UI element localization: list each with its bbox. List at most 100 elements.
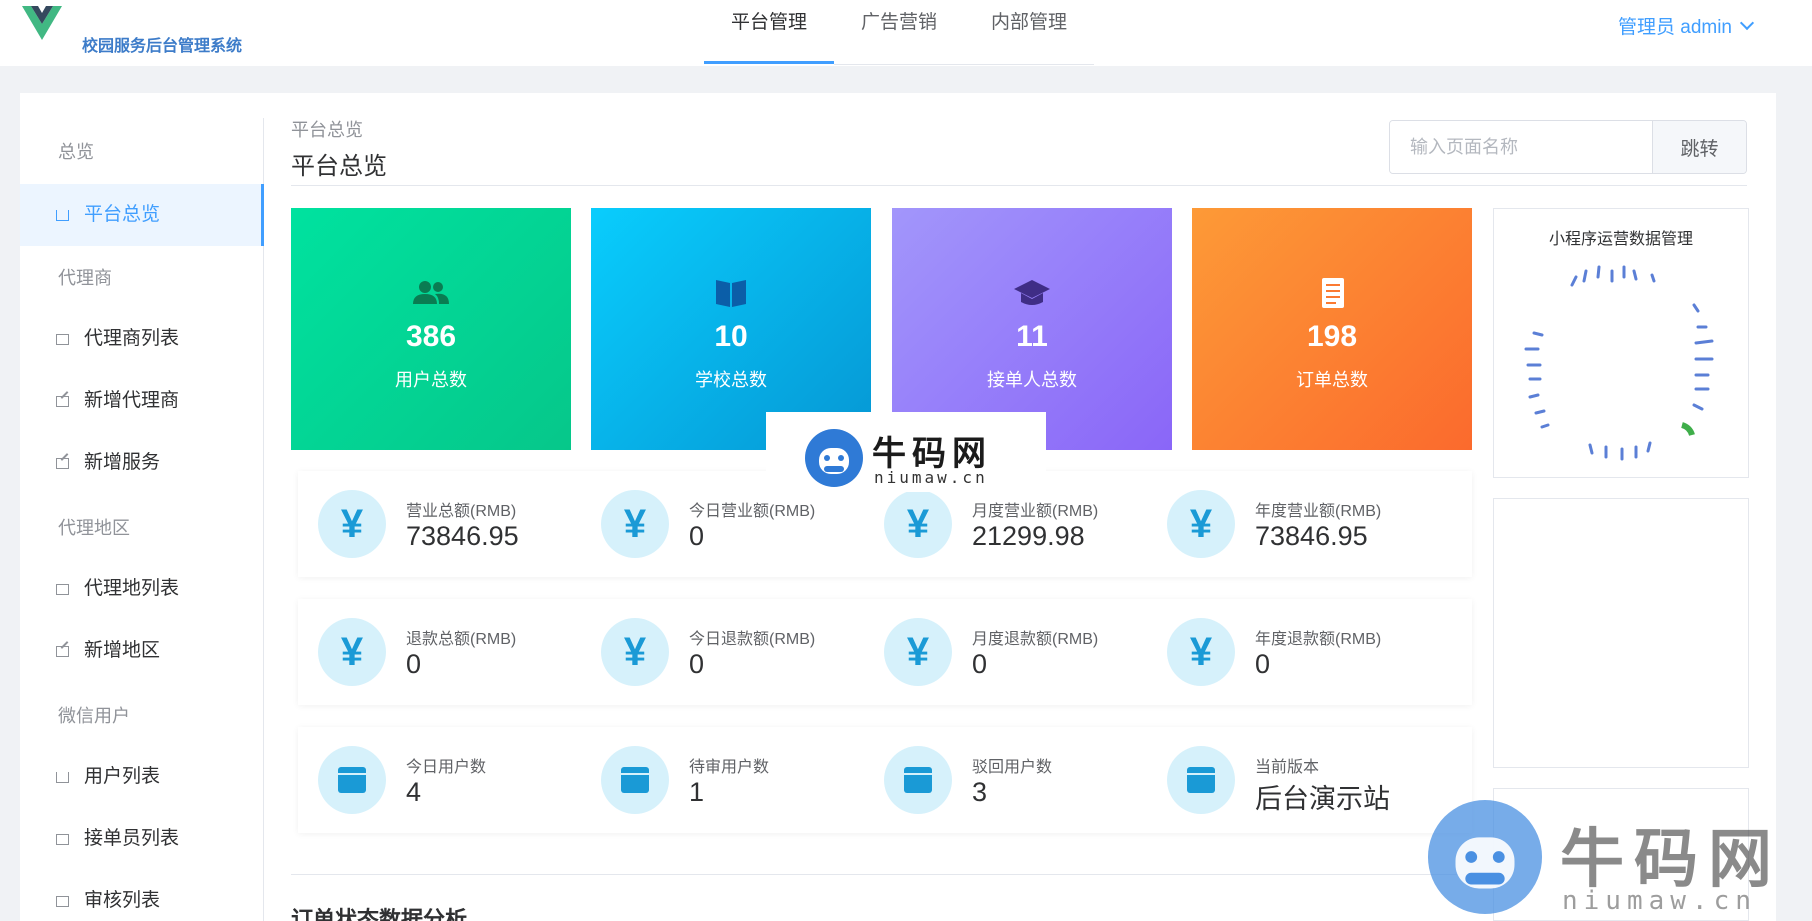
edit-icon [56, 458, 69, 469]
stat-pending-users: 待审用户数 1 [581, 727, 864, 833]
chart-icon [56, 210, 69, 221]
tab-platform-management[interactable]: 平台管理 [704, 0, 834, 66]
vue-logo-icon [22, 6, 62, 40]
sidebar-item-platform-overview[interactable]: 平台总览 [20, 184, 264, 246]
refund-row: ¥ 退款总额(RMB) 0 ¥ 今日退款额(RMB) 0 ¥ 月度退款额(RMB… [298, 599, 1472, 705]
calendar-icon [884, 746, 952, 814]
stat-value: 198 [1306, 320, 1358, 353]
sidebar-item-courier-list[interactable]: 接单员列表 [20, 808, 264, 870]
sidebar-item-add-region[interactable]: 新增地区 [20, 620, 264, 682]
watermark-url: niumaw.cn [874, 468, 988, 487]
chart-icon [56, 772, 69, 783]
watermark-url: niumaw.cn [1562, 886, 1757, 916]
yen-icon: ¥ [318, 490, 386, 558]
yen-icon: ¥ [1167, 618, 1235, 686]
stat-label: 今日用户数 [406, 759, 487, 776]
users-icon [413, 281, 449, 304]
sidebar-group-wechat-users: 微信用户 [58, 706, 130, 726]
stat-label: 驳回用户数 [972, 759, 1053, 776]
tab-ad-marketing[interactable]: 广告营销 [834, 0, 964, 66]
watermark-small: 牛码网 niumaw.cn [766, 412, 1046, 492]
admin-label: 管理员 admin [1617, 17, 1732, 38]
stat-label: 接单人总数 [987, 370, 1077, 390]
calendar-icon [318, 746, 386, 814]
graduation-cap-icon [1014, 280, 1050, 305]
top-nav: 平台管理 广告营销 内部管理 [704, 0, 1094, 66]
yen-icon: ¥ [318, 618, 386, 686]
stat-value: 21299.98 [972, 521, 1085, 551]
yen-icon: ¥ [884, 490, 952, 558]
watermark-large: 牛码网 niumaw.cn [1420, 798, 1812, 921]
edit-icon [56, 646, 69, 657]
calendar-icon [1167, 746, 1235, 814]
tab-internal-management[interactable]: 内部管理 [964, 0, 1094, 66]
stat-value: 0 [406, 649, 422, 679]
breadcrumb: 平台总览 [291, 120, 363, 140]
stat-current-version: 当前版本 后台演示站 [1147, 727, 1430, 833]
sidebar-group-region: 代理地区 [58, 518, 130, 538]
section-title: 订单状态数据分析 [291, 907, 468, 921]
sidebar-group-overview: 总览 [58, 142, 94, 162]
page-title: 平台总览 [291, 153, 387, 180]
stat-tile-orders[interactable]: 198 订单总数 [1192, 208, 1472, 450]
stat-year-revenue: ¥ 年度营业额(RMB) 73846.95 [1147, 471, 1430, 577]
stat-today-refund: ¥ 今日退款额(RMB) 0 [581, 599, 864, 705]
stat-label: 订单总数 [1296, 370, 1368, 390]
stat-today-users: 今日用户数 4 [298, 727, 581, 833]
sidebar-item-agent-list[interactable]: 代理商列表 [20, 308, 264, 370]
loading-spinner-icon [1524, 265, 1714, 461]
calendar-icon [56, 584, 69, 595]
sidebar-item-review-list[interactable]: 审核列表 [20, 870, 264, 921]
sidebar-item-add-agent[interactable]: 新增代理商 [20, 370, 264, 432]
list-icon [56, 834, 69, 845]
stat-value: 4 [406, 777, 422, 807]
yen-icon: ¥ [601, 490, 669, 558]
stat-month-refund: ¥ 月度退款额(RMB) 0 [864, 599, 1147, 705]
sidebar-item-label: 代理地列表 [84, 578, 180, 599]
stat-label: 当前版本 [1255, 759, 1320, 776]
section-divider [291, 874, 1471, 875]
stat-value: 3 [972, 777, 988, 807]
stat-label: 营业总额(RMB) [406, 503, 517, 520]
stat-label: 今日退款额(RMB) [689, 631, 816, 648]
chevron-down-icon [1739, 15, 1755, 30]
brand-title: 校园服务后台管理系统 [82, 38, 243, 55]
users-row: 今日用户数 4 待审用户数 1 驳回用户数 3 当前版本 后台演示站 [298, 727, 1472, 833]
sidebar-item-user-list[interactable]: 用户列表 [20, 746, 264, 808]
sidebar-item-label: 用户列表 [84, 766, 161, 787]
stat-total-revenue: ¥ 营业总额(RMB) 73846.95 [298, 471, 581, 577]
sidebar-item-label: 新增服务 [84, 452, 161, 473]
top-header: 校园服务后台管理系统 平台管理 广告营销 内部管理 管理员 admin [0, 0, 1812, 66]
stat-label: 月度退款额(RMB) [972, 631, 1099, 648]
stat-label: 年度退款额(RMB) [1255, 631, 1382, 648]
stat-value: 1 [689, 777, 705, 807]
stat-value: 386 [405, 320, 457, 353]
stat-value: 0 [1255, 649, 1271, 679]
stat-label: 月度营业额(RMB) [972, 503, 1099, 520]
calendar-icon [601, 746, 669, 814]
stat-total-refund: ¥ 退款总额(RMB) 0 [298, 599, 581, 705]
sidebar-item-label: 代理商列表 [84, 328, 180, 349]
admin-menu[interactable]: 管理员 admin [1617, 12, 1755, 39]
sidebar-item-label: 新增地区 [84, 640, 161, 661]
sidebar-item-label: 接单员列表 [84, 828, 180, 849]
page-search: 跳转 [1389, 120, 1747, 174]
edit-icon [56, 396, 69, 407]
stat-value: 0 [972, 649, 988, 679]
stat-value: 0 [689, 649, 705, 679]
sidebar-item-region-list[interactable]: 代理地列表 [20, 558, 264, 620]
stat-label: 年度营业额(RMB) [1255, 503, 1382, 520]
yen-icon: ¥ [884, 618, 952, 686]
stat-label: 学校总数 [695, 370, 767, 390]
sidebar-item-label: 新增代理商 [84, 390, 180, 411]
jump-button[interactable]: 跳转 [1652, 121, 1746, 173]
cow-logo-icon [805, 429, 863, 487]
nav-divider [834, 64, 1094, 65]
page-search-input[interactable] [1390, 121, 1652, 173]
mini-program-panel: 小程序运营数据管理 [1493, 208, 1749, 478]
stat-tile-users[interactable]: 386 用户总数 [291, 208, 571, 450]
sidebar-item-add-service[interactable]: 新增服务 [20, 432, 264, 494]
yen-icon: ¥ [1167, 490, 1235, 558]
stat-value: 10 [714, 320, 748, 353]
sidebar-group-agent: 代理商 [58, 268, 112, 288]
